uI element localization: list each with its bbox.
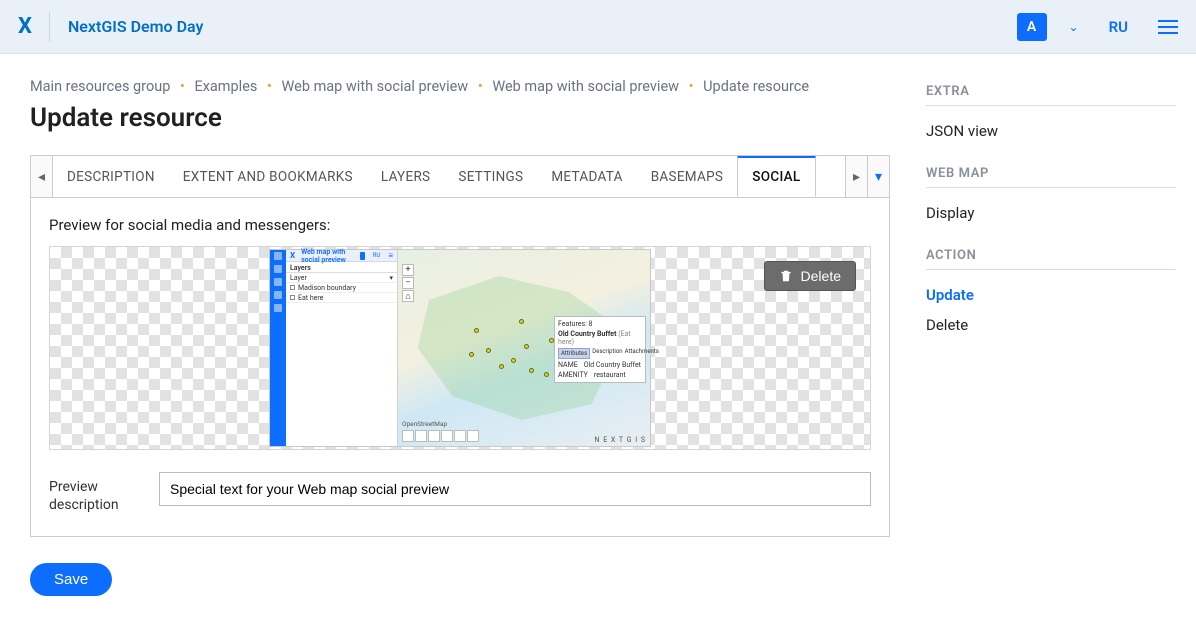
save-button[interactable]: Save xyxy=(30,563,112,596)
tab-social[interactable]: SOCIAL xyxy=(737,156,815,197)
tab-description[interactable]: DESCRIPTION xyxy=(53,156,169,197)
preview-description-label: Preview description xyxy=(49,472,139,514)
social-preview-heading: Preview for social media and messengers: xyxy=(49,216,871,234)
right-sidebar: EXTRA JSON view WEB MAP Display ACTION U… xyxy=(890,54,1196,596)
delete-preview-button[interactable]: Delete xyxy=(764,261,856,291)
sidebar-item-json-view[interactable]: JSON view xyxy=(926,116,1176,146)
breadcrumb: Main resources group • Examples • Web ma… xyxy=(30,78,890,95)
sidebar-heading-extra: EXTRA xyxy=(926,84,1176,106)
breadcrumb-item[interactable]: Main resources group xyxy=(30,78,170,95)
sidebar-item-delete[interactable]: Delete xyxy=(926,310,1176,340)
breadcrumb-item[interactable]: Web map with social preview xyxy=(492,78,679,95)
preview-thumbnail: X Web map with social preview RU ≡ Layer… xyxy=(270,250,650,446)
tab-scroll-left-icon[interactable]: ◂ xyxy=(31,156,53,197)
mini-sidebar-rail xyxy=(270,250,286,446)
breadcrumb-item[interactable]: Web map with social preview xyxy=(282,78,469,95)
social-preview-image: Delete X Web map with social preview RU … xyxy=(49,246,871,450)
sidebar-item-update[interactable]: Update xyxy=(926,280,1176,310)
tab-layers[interactable]: LAYERS xyxy=(367,156,445,197)
tab-overflow-menu-icon[interactable]: ▾ xyxy=(867,156,889,197)
language-switch[interactable]: RU xyxy=(1109,18,1128,36)
tab-basemaps[interactable]: BASEMAPS xyxy=(637,156,738,197)
trash-icon xyxy=(779,269,793,283)
tab-settings[interactable]: SETTINGS xyxy=(444,156,537,197)
tab-bar: ◂ DESCRIPTION EXTENT AND BOOKMARKS LAYER… xyxy=(30,155,890,197)
chevron-down-icon[interactable]: ⌄ xyxy=(1069,20,1079,34)
breadcrumb-current: Update resource xyxy=(703,78,809,95)
mini-info-popup: Features: 8 Old Country Buffet (Eat here… xyxy=(554,316,646,383)
page-title: Update resource xyxy=(30,103,890,133)
social-panel: Preview for social media and messengers:… xyxy=(30,197,890,537)
sidebar-heading-webmap: WEB MAP xyxy=(926,166,1176,188)
mini-layer-panel: X Web map with social preview RU ≡ Layer… xyxy=(286,250,398,446)
mini-map-canvas: +−⌂ Features: 8 Old Country Buffet (Eat … xyxy=(398,250,650,446)
header-divider xyxy=(49,12,50,42)
tab-scroll-right-icon[interactable]: ▸ xyxy=(845,156,867,197)
sidebar-heading-action: ACTION xyxy=(926,248,1176,270)
logo-icon[interactable]: X xyxy=(18,14,31,39)
app-header: X NextGIS Demo Day A ⌄ RU xyxy=(0,0,1196,54)
user-avatar-badge[interactable]: A xyxy=(1017,13,1047,41)
breadcrumb-item[interactable]: Examples xyxy=(194,78,257,95)
menu-icon[interactable] xyxy=(1158,20,1178,34)
sidebar-item-display[interactable]: Display xyxy=(926,198,1176,228)
preview-description-input[interactable] xyxy=(159,472,871,506)
tab-metadata[interactable]: METADATA xyxy=(537,156,636,197)
site-title[interactable]: NextGIS Demo Day xyxy=(68,17,203,36)
delete-preview-label: Delete xyxy=(801,268,841,284)
tab-extent-bookmarks[interactable]: EXTENT AND BOOKMARKS xyxy=(169,156,367,197)
